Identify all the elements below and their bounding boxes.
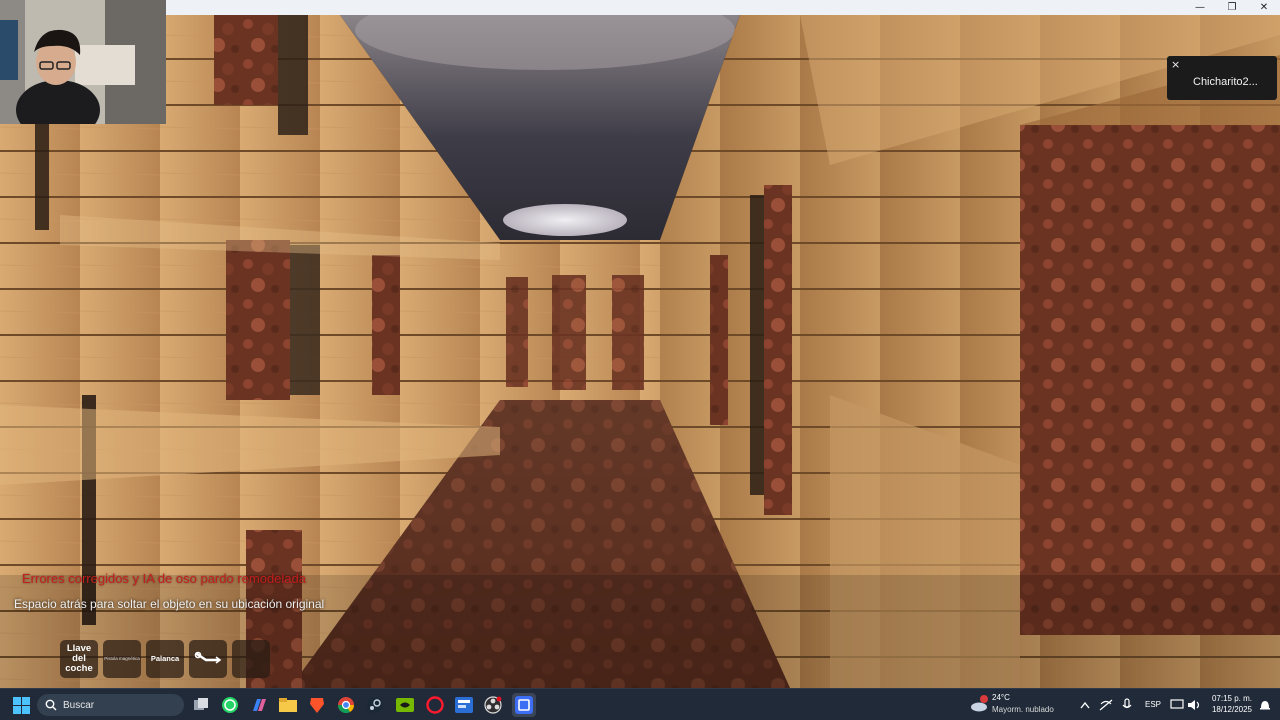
toast-text: Chicharito2... [1193, 76, 1258, 88]
clock-date[interactable]: 18/12/2025 [1207, 705, 1252, 714]
task-view-icon[interactable] [192, 696, 210, 714]
hud-hint: Espacio atrás para soltar el objeto en s… [14, 597, 325, 611]
taskbar: Buscar 24°C Mayorm. nublado ESP 07:15 p.… [0, 688, 1280, 720]
webcam-person-icon [0, 0, 166, 124]
chevron-up-icon[interactable] [1076, 696, 1094, 714]
clock-time[interactable]: 07:15 p. m. [1207, 694, 1252, 703]
app-icon[interactable] [455, 696, 473, 714]
inventory-slot-empty[interactable] [232, 640, 270, 678]
inventory-slot-magnet-gun[interactable]: Pistola magnética [103, 640, 141, 678]
search-icon [45, 699, 57, 711]
chrome-icon[interactable] [337, 696, 355, 714]
nvidia-icon[interactable] [396, 696, 414, 714]
active-app-icon[interactable] [515, 696, 533, 714]
search-label: Buscar [63, 699, 95, 711]
notification-bell-icon[interactable] [1256, 696, 1274, 714]
network-icon[interactable] [1097, 696, 1115, 714]
language-indicator[interactable]: ESP [1145, 700, 1161, 709]
steam-icon[interactable] [366, 696, 384, 714]
window-controls: — ❐ ✕ [1184, 0, 1280, 15]
weather-condition[interactable]: Mayorm. nublado [992, 705, 1054, 714]
file-explorer-icon[interactable] [279, 696, 297, 714]
game-scene [0, 15, 1280, 688]
whatsapp-icon[interactable] [221, 696, 239, 714]
wrench-icon [194, 651, 222, 664]
game-viewport[interactable] [0, 15, 1280, 688]
volume-icon[interactable] [1185, 696, 1203, 714]
weather-temperature[interactable]: 24°C [992, 693, 1010, 702]
inventory-slot-crowbar[interactable]: Palanca [146, 640, 184, 678]
obs-icon[interactable] [484, 696, 502, 714]
start-icon[interactable] [12, 696, 30, 714]
taskbar-search[interactable]: Buscar [37, 694, 184, 716]
close-button[interactable]: ✕ [1248, 0, 1280, 15]
restore-button[interactable]: ❐ [1216, 0, 1248, 15]
copilot-icon[interactable] [250, 696, 268, 714]
close-icon[interactable]: × [1171, 58, 1180, 71]
notification-toast[interactable]: × Chicharito2... [1167, 56, 1277, 100]
microphone-icon[interactable] [1118, 696, 1136, 714]
window-title-bar: — ❐ ✕ [0, 0, 1280, 15]
minimize-button[interactable]: — [1184, 0, 1216, 15]
inventory-slot-wrench[interactable] [189, 640, 227, 678]
display-icon[interactable] [1168, 696, 1186, 714]
webcam-overlay [0, 0, 166, 124]
hud-update-notice: Errores corregidos y IA de oso pardo rem… [22, 571, 306, 586]
weather-icon[interactable] [970, 695, 988, 713]
brave-icon[interactable] [308, 696, 326, 714]
opera-icon[interactable] [426, 696, 444, 714]
inventory-bar: Llave del coche Pistola magnética Palanc… [60, 640, 270, 678]
inventory-slot-car-key[interactable]: Llave del coche [60, 640, 98, 678]
